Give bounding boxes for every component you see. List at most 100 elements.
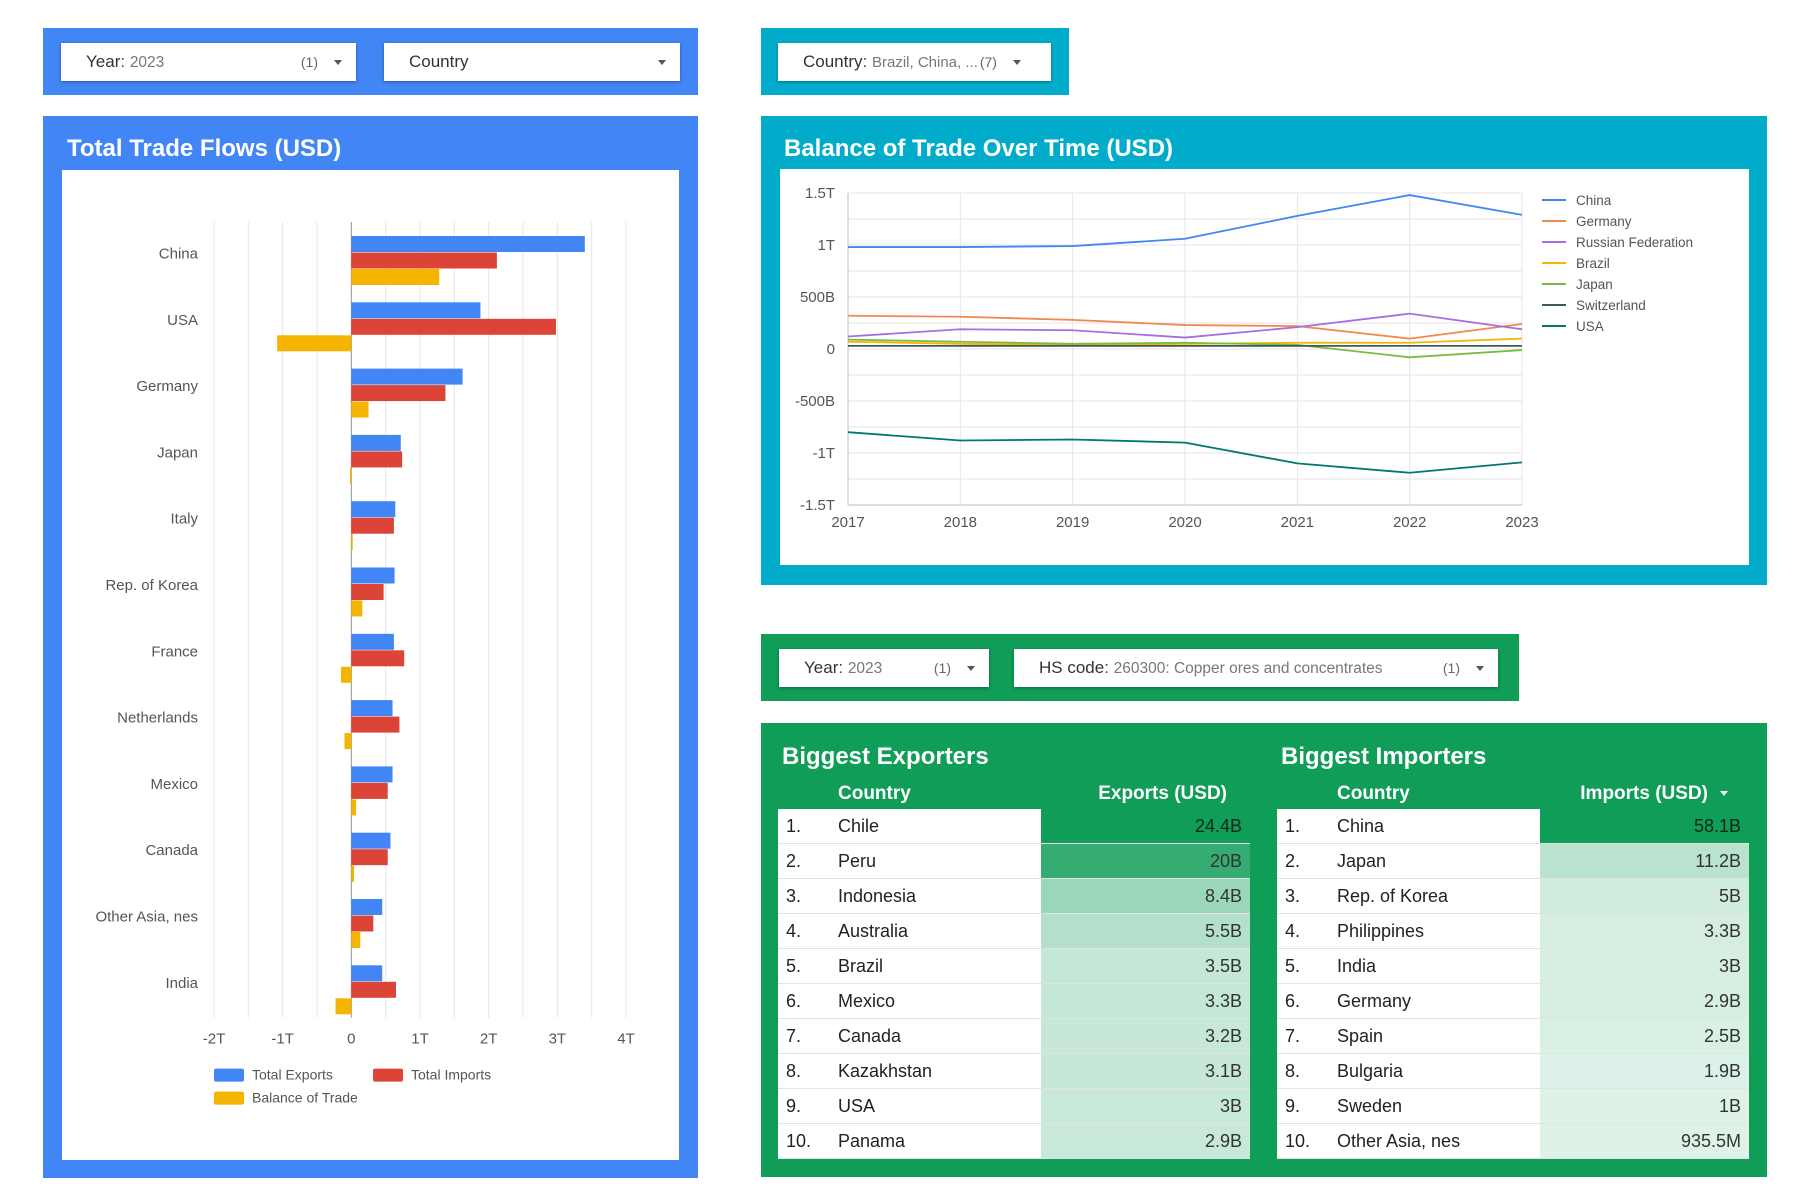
table-row[interactable]: 1. China 58.1B xyxy=(1277,809,1749,844)
importers-value-header[interactable]: Imports (USD) xyxy=(1573,783,1728,805)
table-row[interactable]: 10. Panama 2.9B xyxy=(778,1124,1250,1159)
table-row[interactable]: 6. Germany 2.9B xyxy=(1277,984,1749,1019)
legend-label: Japan xyxy=(1576,277,1613,292)
rank-cell: 3. xyxy=(786,885,802,906)
y-tick-label: -1.5T xyxy=(800,497,835,514)
legend-label: Brazil xyxy=(1576,256,1610,271)
table-row[interactable]: 7. Canada 3.2B xyxy=(778,1019,1250,1054)
country-cell: Indonesia xyxy=(838,885,917,906)
table-row[interactable]: 3. Rep. of Korea 5B xyxy=(1277,879,1749,914)
bar-balance-of-trade xyxy=(277,335,352,352)
balance-chart: 1.5T 1T 500B 0 -500B -1T -1.5T2017 2018 2019 2020… xyxy=(795,185,1693,531)
exporters-title: Biggest Exporters xyxy=(782,743,989,770)
importers-title: Biggest Importers xyxy=(1281,743,1487,770)
chevron-down-icon[interactable] xyxy=(334,59,342,65)
country-filter[interactable]: Country xyxy=(384,43,680,81)
legend-label: Switzerland xyxy=(1576,298,1646,313)
table-row[interactable]: 2. Japan 11.2B xyxy=(1277,844,1749,879)
bar-balance-of-trade xyxy=(341,666,352,683)
bar-total-imports xyxy=(351,451,403,468)
bar-balance-of-trade xyxy=(351,534,353,551)
y-tick-label: -1T xyxy=(813,445,836,462)
balance-panel: Balance of Trade Over Time (USD) 1.5T 1T 5… xyxy=(761,116,1767,585)
x-tick-label: 2022 xyxy=(1393,514,1426,531)
table-row[interactable]: 8. Kazakhstan 3.1B xyxy=(778,1054,1250,1089)
bar-total-exports xyxy=(351,899,383,915)
value-cell: 935.5M xyxy=(1540,1124,1749,1158)
bar-total-exports xyxy=(351,434,401,451)
value-cell: 3.2B xyxy=(1041,1019,1250,1053)
importers-table: 1. China 58.1B 2. Japan 11.2B 3. Rep. of Korea 5… xyxy=(1277,809,1749,1159)
y-tick-label: -500B xyxy=(795,393,835,410)
chevron-down-icon[interactable] xyxy=(1476,665,1484,671)
right-filter-bar: Country: Brazil, China, ... (7) xyxy=(761,28,1069,95)
country-cell: Philippines xyxy=(1337,920,1425,941)
value-cell: 5B xyxy=(1540,879,1749,913)
legend-label: Total Exports xyxy=(252,1067,333,1083)
country-cell: China xyxy=(1337,815,1385,836)
table-row[interactable]: 3. Indonesia 8.4B xyxy=(778,879,1250,914)
bar-total-imports xyxy=(351,782,388,799)
value-cell: 3.3B xyxy=(1041,984,1250,1018)
value-cell: 8.4B xyxy=(1041,879,1250,913)
bar-total-imports xyxy=(351,584,384,600)
x-tick-label: 2018 xyxy=(944,514,977,531)
table-row[interactable]: 2. Peru 20B xyxy=(778,844,1250,879)
legend-swatch xyxy=(373,1068,403,1082)
chevron-down-icon[interactable] xyxy=(967,665,975,671)
country-cell: Kazakhstan xyxy=(838,1060,933,1081)
country-cell: USA xyxy=(838,1095,876,1116)
rank-cell: 5. xyxy=(1285,955,1301,976)
country-multi-filter[interactable]: Country: Brazil, China, ... (7) xyxy=(778,43,1051,81)
table-row[interactable]: 9. Sweden 1B xyxy=(1277,1089,1749,1124)
rank-cell: 7. xyxy=(786,1025,802,1046)
hs-year-filter[interactable]: Year: 2023 (1) xyxy=(779,649,989,687)
value-cell: 20B xyxy=(1041,844,1250,878)
exporters-country-header[interactable]: Country xyxy=(838,783,911,805)
balance-title: Balance of Trade Over Time (USD) xyxy=(784,135,1174,162)
value-cell: 5.5B xyxy=(1041,914,1250,948)
bar-balance-of-trade xyxy=(335,998,352,1015)
bar-total-imports xyxy=(351,981,396,998)
table-row[interactable]: 6. Mexico 3.3B xyxy=(778,984,1250,1019)
sort-desc-icon[interactable] xyxy=(1720,791,1728,797)
hs-code-filter[interactable]: HS code: 260300: Copper ores and concent… xyxy=(1014,649,1498,687)
x-tick-label: 1T xyxy=(411,1031,429,1048)
bar-balance-of-trade xyxy=(351,401,369,418)
legend-label: Russian Federation xyxy=(1576,235,1693,250)
table-row[interactable]: 5. India 3B xyxy=(1277,949,1749,984)
bottom-filter-bar: Year: 2023 (1) HS code: 260300: Copper o… xyxy=(761,634,1519,701)
legend-label: Total Imports xyxy=(411,1067,491,1083)
rank-cell: 2. xyxy=(786,850,802,871)
bar-total-imports xyxy=(351,385,446,402)
country-cell: Rep. of Korea xyxy=(1337,885,1449,906)
table-row[interactable]: 9. USA 3B xyxy=(778,1089,1250,1124)
year-filter[interactable]: Year: 2023 (1) xyxy=(61,43,356,81)
bar-total-imports xyxy=(351,650,405,667)
table-row[interactable]: 1. Chile 24.4B xyxy=(778,809,1250,844)
category-label: India xyxy=(165,975,198,992)
rank-cell: 1. xyxy=(786,815,802,836)
x-tick-label: 2019 xyxy=(1056,514,1089,531)
category-label: China xyxy=(159,246,199,263)
country-cell: Mexico xyxy=(838,990,896,1011)
table-row[interactable]: 4. Philippines 3.3B xyxy=(1277,914,1749,949)
table-row[interactable]: 7. Spain 2.5B xyxy=(1277,1019,1749,1054)
bar-total-exports xyxy=(351,766,393,783)
category-label: Other Asia, nes xyxy=(95,909,198,926)
chevron-down-icon[interactable] xyxy=(1012,59,1021,65)
bar-total-imports xyxy=(351,318,556,335)
rank-cell: 1. xyxy=(1285,815,1301,836)
year-filter-count: (1) xyxy=(300,54,318,70)
chevron-down-icon[interactable] xyxy=(658,59,666,65)
value-cell: 3.5B xyxy=(1041,949,1250,983)
table-row[interactable]: 4. Australia 5.5B xyxy=(778,914,1250,949)
table-row[interactable]: 8. Bulgaria 1.9B xyxy=(1277,1054,1749,1089)
rank-cell: 4. xyxy=(786,920,802,941)
rank-cell: 9. xyxy=(786,1095,802,1116)
rank-cell: 10. xyxy=(786,1130,812,1151)
table-row[interactable]: 10. Other Asia, nes 935.5M xyxy=(1277,1124,1749,1159)
importers-country-header[interactable]: Country xyxy=(1337,783,1410,805)
bar-total-imports xyxy=(351,716,400,733)
table-row[interactable]: 5. Brazil 3.5B xyxy=(778,949,1250,984)
